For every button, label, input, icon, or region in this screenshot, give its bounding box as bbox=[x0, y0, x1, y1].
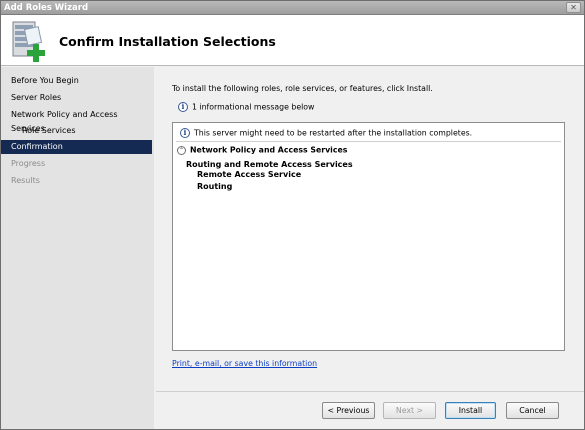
info-icon: i bbox=[180, 128, 190, 138]
install-button[interactable]: Install bbox=[445, 402, 496, 419]
selections-panel: i This server might need to be restarted … bbox=[172, 122, 565, 351]
nav-item-confirmation[interactable]: Confirmation bbox=[1, 140, 152, 154]
role-service-item: Routing bbox=[197, 182, 233, 191]
footer-divider bbox=[156, 391, 584, 392]
main-content: To install the following roles, role ser… bbox=[156, 67, 584, 391]
wizard-header: Confirm Installation Selections bbox=[1, 15, 584, 66]
info-message: 1 informational message below bbox=[192, 102, 315, 112]
intro-text: To install the following roles, role ser… bbox=[172, 84, 433, 93]
section-header[interactable]: ⌃ Network Policy and Access Services bbox=[177, 145, 347, 155]
collapse-icon[interactable]: ⌃ bbox=[177, 145, 186, 155]
nav-item-progress: Progress bbox=[11, 159, 46, 168]
next-button[interactable]: Next > bbox=[383, 402, 436, 419]
wizard-nav: Before You Begin Server Roles Network Po… bbox=[1, 67, 154, 429]
role-service-item: Remote Access Service bbox=[197, 170, 302, 179]
wizard-window: Add Roles Wizard ✕ Confirm Installation … bbox=[0, 0, 585, 430]
close-button[interactable]: ✕ bbox=[566, 2, 581, 13]
role-name: Routing and Remote Access Services bbox=[186, 160, 353, 169]
cancel-button[interactable]: Cancel bbox=[506, 402, 559, 419]
title-bar[interactable]: Add Roles Wizard ✕ bbox=[1, 1, 584, 15]
close-icon: ✕ bbox=[570, 3, 577, 12]
nav-item-role-services[interactable]: Role Services bbox=[1, 124, 152, 138]
window-title: Add Roles Wizard bbox=[4, 3, 89, 13]
restart-notice: i This server might need to be restarted … bbox=[180, 128, 472, 138]
nav-item-results: Results bbox=[11, 176, 40, 185]
previous-button[interactable]: < Previous bbox=[322, 402, 375, 419]
nav-item-before-you-begin[interactable]: Before You Begin bbox=[1, 74, 152, 88]
page-title: Confirm Installation Selections bbox=[59, 34, 276, 49]
print-save-link[interactable]: Print, e-mail, or save this information bbox=[172, 359, 317, 368]
restart-notice-text: This server might need to be restarted a… bbox=[194, 128, 473, 138]
nav-item-network-policy[interactable]: Network Policy and Access Services bbox=[1, 108, 152, 133]
server-add-icon bbox=[12, 21, 45, 62]
info-icon: i bbox=[178, 102, 188, 112]
nav-item-server-roles[interactable]: Server Roles bbox=[1, 91, 152, 105]
section-title: Network Policy and Access Services bbox=[190, 145, 348, 155]
divider bbox=[176, 141, 561, 142]
info-message-row: i 1 informational message below bbox=[178, 102, 314, 112]
